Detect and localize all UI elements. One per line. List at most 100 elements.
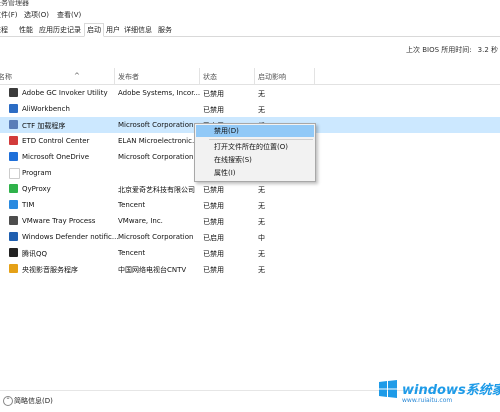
window-title: 任务管理器 bbox=[0, 0, 29, 7]
defender-icon bbox=[9, 232, 18, 241]
row-name: Adobe GC Invoker Utility bbox=[22, 89, 108, 97]
tab-details[interactable]: 详细信息 bbox=[122, 24, 154, 36]
row-impact: 无 bbox=[258, 90, 265, 98]
watermark-url: www.ruiaitu.com bbox=[402, 397, 453, 404]
row-impact: 无 bbox=[258, 250, 265, 258]
context-menu-disable[interactable]: 禁用(D) bbox=[196, 125, 314, 137]
tim-icon bbox=[9, 200, 18, 209]
row-status: 已禁用 bbox=[203, 106, 224, 114]
tab-performance[interactable]: 性能 bbox=[17, 24, 35, 36]
context-menu-open-location-label: 打开文件所在的位置(O) bbox=[214, 143, 288, 151]
blank-icon bbox=[9, 168, 20, 179]
ctf-icon bbox=[9, 120, 18, 129]
tab-services[interactable]: 服务 bbox=[156, 24, 174, 36]
tab-app-history[interactable]: 应用历史记录 bbox=[37, 24, 83, 36]
row-publisher: Microsoft Corporation bbox=[118, 121, 194, 129]
row-status: 已禁用 bbox=[203, 202, 224, 210]
onedrive-icon bbox=[9, 152, 18, 161]
table-row[interactable]: 腾讯QQ Tencent 已禁用 无 bbox=[0, 245, 500, 261]
chevron-up-icon[interactable]: ⌃ bbox=[3, 396, 13, 406]
row-impact: 无 bbox=[258, 218, 265, 226]
row-name: VMware Tray Process bbox=[22, 217, 96, 225]
row-status: 已禁用 bbox=[203, 186, 224, 194]
row-status: 已禁用 bbox=[203, 218, 224, 226]
menu-options[interactable]: 选项(O) bbox=[24, 10, 49, 20]
row-name: Windows Defender notific... bbox=[22, 233, 119, 241]
vmware-icon bbox=[9, 216, 18, 225]
row-publisher: Adobe Systems, Incor... bbox=[118, 89, 201, 97]
table-row[interactable]: Windows Defender notific... Microsoft Cor… bbox=[0, 229, 500, 245]
table-row[interactable]: 央视影音服务程序 中国网络电视台CNTV 已禁用 无 bbox=[0, 261, 500, 277]
row-name: TIM bbox=[22, 201, 35, 209]
row-name: Program bbox=[22, 169, 52, 177]
context-menu-search-online[interactable]: 在线搜索(S) bbox=[196, 154, 314, 166]
table-row[interactable]: TIM Tencent 已禁用 无 bbox=[0, 197, 500, 213]
column-divider[interactable] bbox=[254, 68, 255, 84]
sort-up-icon: ^ bbox=[74, 72, 80, 80]
row-name: CTF 加载程序 bbox=[22, 122, 66, 130]
row-status: 已禁用 bbox=[203, 266, 224, 274]
context-menu-search-online-label: 在线搜索(S) bbox=[214, 156, 252, 164]
row-publisher: Tencent bbox=[118, 201, 146, 209]
menu-file[interactable]: 文件(F) bbox=[0, 10, 18, 20]
title-bar: 任务管理器 bbox=[0, 0, 500, 7]
column-status[interactable]: 状态 bbox=[203, 72, 217, 82]
row-name: Microsoft OneDrive bbox=[22, 153, 89, 161]
bios-time: 上次 BIOS 所用时间: 3.2 秒 bbox=[406, 45, 498, 55]
row-impact: 无 bbox=[258, 202, 265, 210]
row-name: QyProxy bbox=[22, 185, 51, 193]
tab-processes[interactable]: 进程 bbox=[0, 24, 10, 36]
row-publisher: Microsoft Corporation bbox=[118, 153, 194, 161]
row-impact: 无 bbox=[258, 266, 265, 274]
etd-icon bbox=[9, 136, 18, 145]
row-publisher: Tencent bbox=[118, 249, 146, 257]
fewer-details-link[interactable]: 简略信息(D) bbox=[14, 396, 53, 406]
tab-users[interactable]: 用户 bbox=[104, 24, 122, 36]
row-status: 已禁用 bbox=[203, 250, 224, 258]
row-impact: 无 bbox=[258, 186, 265, 194]
row-publisher: ELAN Microelectronic... bbox=[118, 137, 199, 145]
windows-logo-icon bbox=[379, 380, 397, 398]
column-divider[interactable] bbox=[114, 68, 115, 84]
adobe-icon bbox=[9, 88, 18, 97]
column-name[interactable]: 名称 bbox=[0, 72, 12, 82]
tab-startup[interactable]: 启动 bbox=[84, 23, 104, 37]
context-menu-properties[interactable]: 属性(I) bbox=[196, 167, 314, 179]
table-row[interactable]: VMware Tray Process VMware, Inc. 已禁用 无 bbox=[0, 213, 500, 229]
table-row[interactable]: AliWorkbench 已禁用 无 bbox=[0, 101, 500, 117]
row-publisher: 中国网络电视台CNTV bbox=[118, 266, 187, 274]
row-name: AliWorkbench bbox=[22, 105, 70, 113]
row-publisher: 北京爱奇艺科技有限公司 bbox=[118, 186, 195, 194]
bios-time-label: 上次 BIOS 所用时间: bbox=[406, 46, 472, 54]
row-status: 已启用 bbox=[203, 234, 224, 242]
row-name: 央视影音服务程序 bbox=[22, 266, 78, 274]
context-menu-properties-label: 属性(I) bbox=[214, 169, 236, 177]
column-publisher[interactable]: 发布者 bbox=[118, 72, 139, 82]
context-menu-separator bbox=[209, 139, 313, 140]
watermark-text: windows系统家园 bbox=[402, 383, 500, 398]
row-name: 腾讯QQ bbox=[22, 250, 48, 258]
bios-time-value: 3.2 秒 bbox=[477, 46, 498, 54]
row-name: ETD Control Center bbox=[22, 137, 90, 145]
tab-bar: 进程 性能 应用历史记录 启动 用户 详细信息 服务 bbox=[0, 21, 500, 37]
menu-bar: 文件(F) 选项(O) 查看(V) bbox=[0, 8, 500, 21]
qq-icon bbox=[9, 248, 18, 257]
column-header-row: ^ 名称 发布者 状态 启动影响 bbox=[0, 66, 500, 85]
app-icon bbox=[9, 104, 18, 113]
table-row[interactable]: QyProxy 北京爱奇艺科技有限公司 已禁用 无 bbox=[0, 181, 500, 197]
context-menu-open-location[interactable]: 打开文件所在的位置(O) bbox=[196, 141, 314, 153]
row-impact: 无 bbox=[258, 106, 265, 114]
context-menu: 禁用(D) 打开文件所在的位置(O) 在线搜索(S) 属性(I) bbox=[194, 123, 316, 182]
menu-view[interactable]: 查看(V) bbox=[57, 10, 81, 20]
context-menu-disable-label: 禁用(D) bbox=[214, 127, 239, 135]
row-impact: 中 bbox=[258, 234, 265, 242]
column-impact[interactable]: 启动影响 bbox=[258, 72, 286, 82]
row-publisher: VMware, Inc. bbox=[118, 217, 163, 225]
column-divider[interactable] bbox=[199, 68, 200, 84]
row-publisher: Microsoft Corporation bbox=[118, 233, 194, 241]
cntv-icon bbox=[9, 264, 18, 273]
qyproxy-icon bbox=[9, 184, 18, 193]
table-row[interactable]: Adobe GC Invoker Utility Adobe Systems, I… bbox=[0, 85, 500, 101]
row-status: 已禁用 bbox=[203, 90, 224, 98]
column-divider[interactable] bbox=[314, 68, 315, 84]
